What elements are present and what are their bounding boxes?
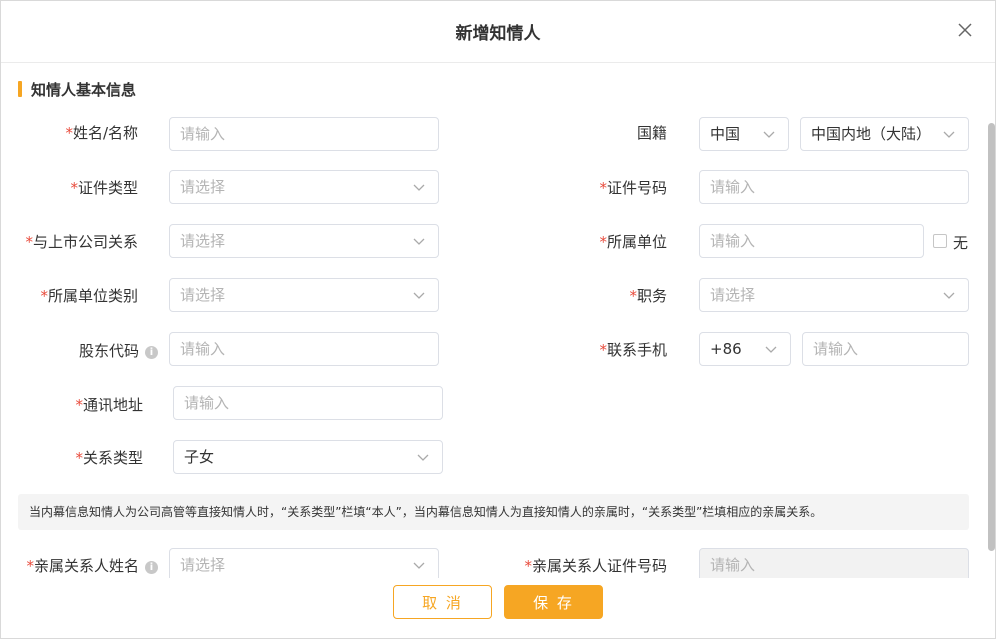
relative-id-label: *亲属关系人证件号码 bbox=[524, 557, 667, 575]
relative-id-input[interactable]: 请输入 bbox=[699, 548, 969, 578]
country-select[interactable]: 中国 bbox=[699, 117, 789, 151]
address-input[interactable]: 请输入 bbox=[173, 386, 443, 420]
nationality-label: 国籍 bbox=[636, 124, 667, 142]
relation-type-select[interactable]: 子女 bbox=[173, 440, 443, 474]
no-employer-checkbox[interactable] bbox=[933, 234, 947, 248]
section-title: 知情人基本信息 bbox=[31, 81, 137, 99]
employer-type-select[interactable]: 请选择 bbox=[169, 278, 439, 312]
section-accent-bar bbox=[18, 81, 22, 97]
relation-select[interactable]: 请选择 bbox=[169, 224, 439, 258]
mobile-input[interactable]: 请输入 bbox=[802, 332, 969, 366]
relation-label: *与上市公司关系 bbox=[25, 233, 138, 251]
chevron-down-icon bbox=[412, 180, 426, 194]
id-type-select[interactable]: 请选择 bbox=[169, 170, 439, 204]
chevron-down-icon bbox=[762, 127, 776, 141]
info-icon[interactable]: i bbox=[145, 561, 158, 574]
position-select[interactable]: 请选择 bbox=[699, 278, 969, 312]
employer-label: *所属单位 bbox=[599, 233, 667, 251]
employer-input[interactable]: 请输入 bbox=[699, 224, 924, 258]
dialog-header: 新增知情人 bbox=[1, 1, 995, 63]
position-label: *职务 bbox=[629, 287, 667, 305]
id-type-label: *证件类型 bbox=[70, 179, 138, 197]
relative-name-select[interactable]: 请选择 bbox=[169, 548, 439, 578]
id-number-label: *证件号码 bbox=[599, 179, 667, 197]
add-insider-dialog: 新增知情人 知情人基本信息 *姓名/名称 请输入 国籍 中国 中国内地（大陆） … bbox=[0, 0, 996, 639]
relation-type-tip: 当内幕信息知情人为公司高管等直接知情人时，“关系类型”栏填“本人”，当内幕信息知… bbox=[18, 494, 969, 530]
close-icon[interactable] bbox=[956, 21, 974, 39]
dialog-title: 新增知情人 bbox=[455, 24, 541, 44]
relation-type-label: *关系类型 bbox=[75, 449, 143, 467]
address-label: *通讯地址 bbox=[75, 396, 143, 414]
relative-name-label: *亲属关系人姓名 i bbox=[1, 556, 158, 576]
save-button[interactable]: 保 存 bbox=[504, 585, 603, 619]
chevron-down-icon bbox=[942, 288, 956, 302]
chevron-down-icon bbox=[412, 234, 426, 248]
shareholder-code-label: 股东代码 i bbox=[1, 341, 158, 361]
mobile-label: *联系手机 bbox=[599, 341, 667, 359]
dialog-footer bbox=[1, 578, 986, 638]
chevron-down-icon bbox=[764, 342, 778, 356]
chevron-down-icon bbox=[942, 127, 956, 141]
name-input[interactable]: 请输入 bbox=[169, 117, 439, 151]
region-select[interactable]: 中国内地（大陆） bbox=[800, 117, 969, 151]
chevron-down-icon bbox=[412, 288, 426, 302]
cancel-button[interactable]: 取 消 bbox=[393, 585, 492, 619]
chevron-down-icon bbox=[416, 450, 430, 464]
info-icon[interactable]: i bbox=[145, 346, 158, 359]
employer-type-label: *所属单位类别 bbox=[40, 287, 138, 305]
no-employer-label: 无 bbox=[953, 234, 969, 252]
id-number-input[interactable]: 请输入 bbox=[699, 170, 969, 204]
scrollbar-thumb[interactable] bbox=[988, 123, 995, 551]
chevron-down-icon bbox=[412, 558, 426, 572]
name-label: *姓名/名称 bbox=[65, 124, 138, 142]
shareholder-code-input[interactable]: 请输入 bbox=[169, 332, 439, 366]
country-code-select[interactable]: +86 bbox=[699, 332, 791, 366]
